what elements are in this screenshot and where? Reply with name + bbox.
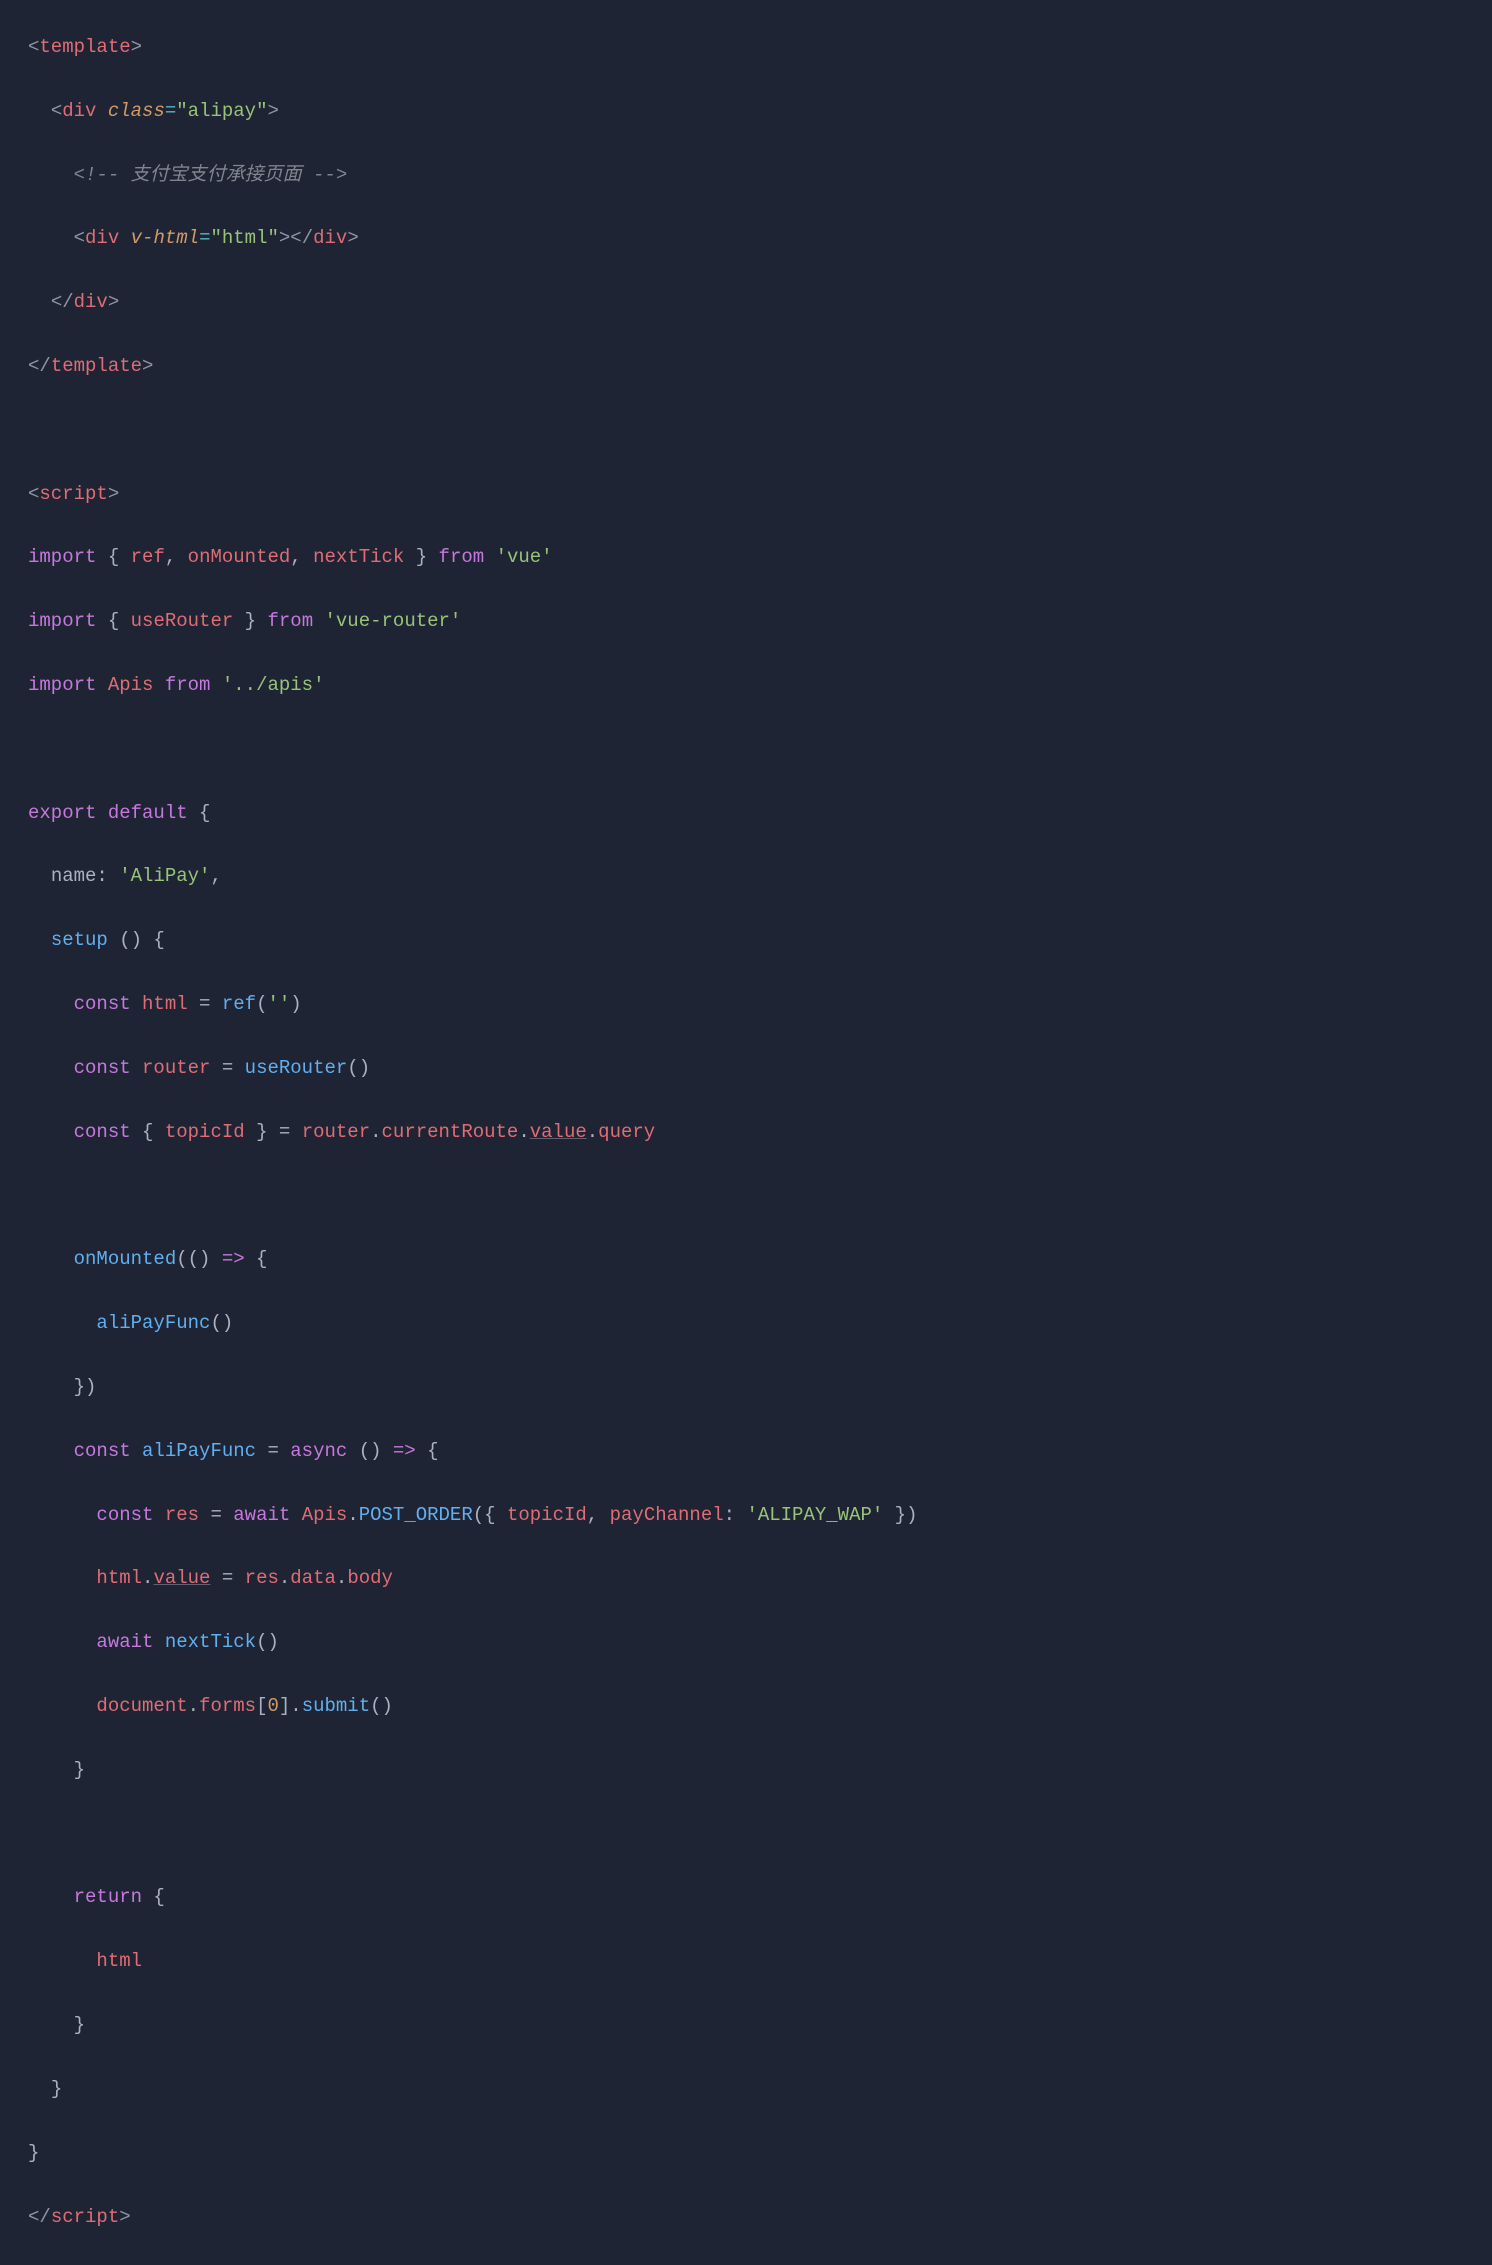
code-line: </template> [28,351,1492,383]
code-line: await nextTick() [28,1627,1492,1659]
code-line [28,1181,1492,1213]
code-line: onMounted(() => { [28,1244,1492,1276]
code-line: const router = useRouter() [28,1053,1492,1085]
code-editor[interactable]: <template> <div class="alipay"> <!-- 支付宝… [0,0,1492,2265]
code-line: } [28,2138,1492,2170]
code-line: name: 'AliPay', [28,861,1492,893]
code-line: const aliPayFunc = async () => { [28,1436,1492,1468]
code-line: } [28,2010,1492,2042]
code-line: </script> [28,2202,1492,2234]
code-line: import { ref, onMounted, nextTick } from… [28,542,1492,574]
code-line: html [28,1946,1492,1978]
code-line [28,415,1492,447]
code-line: <div class="alipay"> [28,96,1492,128]
code-line [28,1819,1492,1851]
code-line: import { useRouter } from 'vue-router' [28,606,1492,638]
code-line: setup () { [28,925,1492,957]
code-line: <script> [28,479,1492,511]
code-line: </div> [28,287,1492,319]
code-line: } [28,1755,1492,1787]
code-line: <!-- 支付宝支付承接页面 --> [28,160,1492,192]
code-line: const res = await Apis.POST_ORDER({ topi… [28,1500,1492,1532]
code-line: aliPayFunc() [28,1308,1492,1340]
code-line: <div v-html="html"></div> [28,223,1492,255]
code-line: } [28,2074,1492,2106]
code-line: const html = ref('') [28,989,1492,1021]
code-line [28,734,1492,766]
code-line: import Apis from '../apis' [28,670,1492,702]
code-line: html.value = res.data.body [28,1563,1492,1595]
code-line: return { [28,1882,1492,1914]
code-line: }) [28,1372,1492,1404]
code-line: <template> [28,32,1492,64]
code-line: const { topicId } = router.currentRoute.… [28,1117,1492,1149]
code-line: export default { [28,798,1492,830]
code-line: document.forms[0].submit() [28,1691,1492,1723]
